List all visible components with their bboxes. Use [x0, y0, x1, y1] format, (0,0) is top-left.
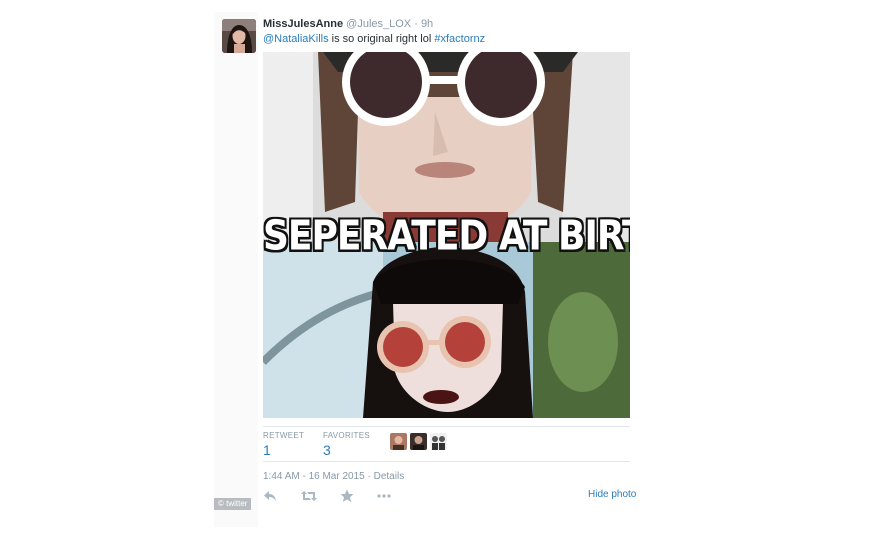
reply-icon[interactable] — [263, 489, 277, 503]
favorited-avatar[interactable] — [390, 433, 407, 450]
timestamp-text[interactable]: 1:44 AM - 16 Mar 2015 — [263, 471, 365, 482]
tweet-text: @NataliaKills is so original right lol #… — [263, 33, 485, 45]
separator-dot: · — [414, 18, 418, 30]
retweet-icon[interactable] — [301, 489, 317, 503]
time-ago[interactable]: 9h — [421, 18, 433, 30]
hide-photo-link[interactable]: Hide photo — [588, 489, 636, 500]
star-icon[interactable] — [340, 489, 354, 503]
divider-stats-top — [263, 426, 630, 427]
meme-caption: SEPERATED AT BIRTH?? — [263, 212, 630, 261]
more-icon[interactable] — [377, 489, 391, 503]
details-link[interactable]: Details — [374, 471, 405, 482]
tweet-photo[interactable]: SEPERATED AT BIRTH?? — [263, 52, 630, 418]
favorited-avatar[interactable] — [410, 433, 427, 450]
favorited-avatar[interactable] — [430, 433, 447, 450]
left-gutter — [214, 12, 258, 527]
retweet-count[interactable]: 1 — [263, 442, 271, 458]
display-name[interactable]: MissJulesAnne — [263, 18, 343, 30]
details-separator: · — [364, 471, 374, 482]
tweet-body-text: is so original right lol — [328, 33, 435, 45]
mention-link[interactable]: @NataliaKills — [263, 33, 329, 45]
tweet-header: MissJulesAnne @Jules_LOX · 9h — [263, 18, 433, 30]
avatar[interactable] — [222, 19, 256, 53]
divider-stats-bottom — [263, 461, 630, 462]
tweet-timestamp: 1:44 AM - 16 Mar 2015 · Details — [263, 471, 404, 482]
favorited-by-avatars — [390, 433, 447, 451]
hashtag-link[interactable]: #xfactornz — [434, 33, 485, 45]
user-handle[interactable]: @Jules_LOX — [346, 18, 411, 30]
favorites-label: FAVORITES — [323, 431, 371, 440]
favorites-count[interactable]: 3 — [323, 442, 331, 458]
retweet-label: RETWEET — [263, 431, 305, 440]
twitter-watermark: © twitter — [214, 498, 252, 510]
